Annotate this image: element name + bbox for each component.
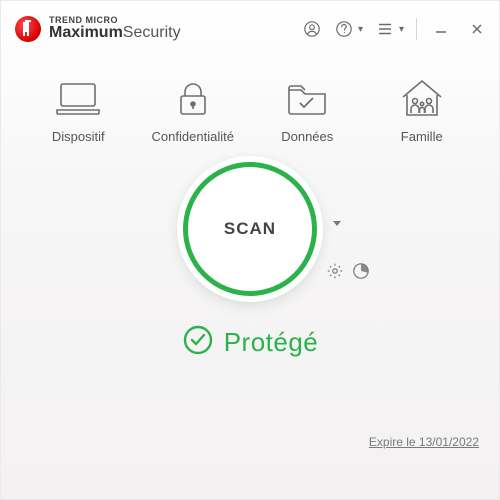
category-family[interactable]: Famille bbox=[372, 77, 472, 144]
menu-icon[interactable] bbox=[375, 19, 395, 39]
help-icon[interactable] bbox=[334, 19, 354, 39]
folder-check-icon bbox=[257, 77, 357, 119]
category-label: Confidentialité bbox=[143, 129, 243, 144]
brand-word-light: Security bbox=[123, 24, 181, 41]
protection-status: Protégé bbox=[182, 324, 319, 361]
category-privacy[interactable]: Confidentialité bbox=[143, 77, 243, 144]
titlebar-separator bbox=[416, 18, 417, 40]
category-label: Famille bbox=[372, 129, 472, 144]
family-house-icon bbox=[372, 77, 472, 119]
brand-logo-icon bbox=[15, 16, 41, 42]
status-check-icon bbox=[182, 324, 214, 361]
expiry-link[interactable]: Expire le 13/01/2022 bbox=[369, 435, 479, 449]
category-device[interactable]: Dispositif bbox=[28, 77, 128, 144]
help-dropdown-caret-icon[interactable]: ▾ bbox=[358, 24, 363, 35]
lock-icon bbox=[143, 77, 243, 119]
scan-options-dropdown-icon[interactable] bbox=[330, 216, 344, 235]
menu-dropdown-caret-icon[interactable]: ▾ bbox=[399, 24, 404, 35]
brand-main-line: MaximumSecurity bbox=[49, 25, 181, 42]
category-row: Dispositif Confidentialité bbox=[1, 53, 499, 156]
status-text: Protégé bbox=[224, 327, 319, 358]
category-data[interactable]: Données bbox=[257, 77, 357, 144]
category-label: Dispositif bbox=[28, 129, 128, 144]
brand-word-bold: Maximum bbox=[49, 24, 123, 41]
account-icon[interactable] bbox=[302, 19, 322, 39]
brand-text: TREND MICRO MaximumSecurity bbox=[49, 16, 181, 42]
settings-icon[interactable] bbox=[326, 262, 344, 285]
minimize-button[interactable] bbox=[429, 19, 453, 39]
center-area: SCAN bbox=[1, 162, 499, 361]
app-window: TREND MICRO MaximumSecurity ▾ bbox=[0, 0, 500, 500]
category-label: Données bbox=[257, 129, 357, 144]
scan-button[interactable]: SCAN bbox=[183, 162, 317, 296]
scan-wrap: SCAN bbox=[150, 162, 350, 302]
close-button[interactable] bbox=[465, 19, 489, 39]
report-icon[interactable] bbox=[352, 262, 370, 285]
titlebar: TREND MICRO MaximumSecurity ▾ bbox=[1, 1, 499, 53]
laptop-icon bbox=[28, 77, 128, 119]
scan-side-controls bbox=[326, 262, 370, 285]
scan-label: SCAN bbox=[224, 219, 276, 239]
titlebar-controls: ▾ ▾ bbox=[302, 18, 489, 40]
